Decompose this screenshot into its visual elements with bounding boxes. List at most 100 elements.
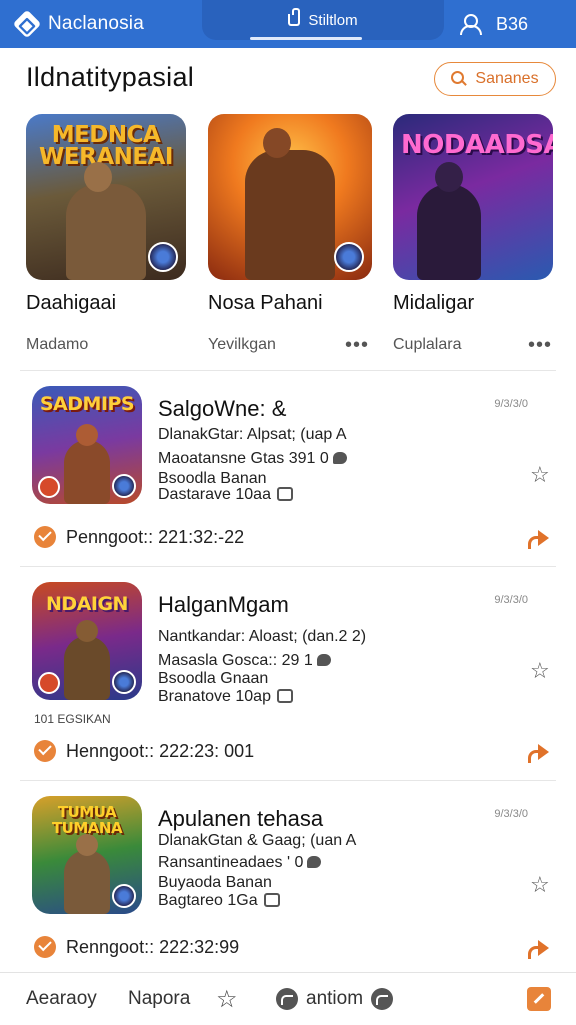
nav-favorites[interactable]: ☆	[216, 973, 238, 1025]
section-title: Ildnatitypasial	[26, 62, 195, 92]
game-title[interactable]: Apulanen tehasa	[158, 806, 323, 832]
game-title[interactable]: HalganMgam	[158, 592, 289, 618]
center-tab[interactable]: Stiltlom	[202, 0, 444, 40]
favorite-star-icon[interactable]: ☆	[530, 464, 552, 486]
hero-figure	[64, 850, 110, 914]
nav-label: Napora	[128, 988, 191, 1009]
hero-figure	[66, 184, 146, 280]
game-logo-text: TUMUA TUMANA	[51, 803, 123, 837]
device-icon	[277, 689, 294, 703]
featured-name: Nosa Pahani	[208, 292, 323, 314]
game-badge-icon	[148, 242, 178, 272]
featured-name: Midaligar	[393, 292, 475, 314]
featured-thumbnail[interactable]: MEDNCA WERANEAI	[26, 114, 186, 280]
account-area[interactable]: B36	[459, 8, 528, 40]
divider	[20, 370, 556, 371]
game-date: 9/3/3/0	[494, 808, 528, 820]
device-icon	[264, 893, 281, 907]
lock-icon	[288, 8, 301, 26]
side-label: 101 EGSIKAN	[34, 712, 111, 726]
game-list-item[interactable]: SADMIPS SalgoWne: & 9/3/3/0 DlanakGtar: …	[0, 386, 576, 582]
share-icon[interactable]	[526, 528, 550, 549]
search-button-label: Sananes	[475, 70, 539, 87]
favorite-star-icon[interactable]: ☆	[530, 660, 552, 682]
game-badge-icon	[38, 476, 60, 498]
game-meta-line: Masasla Gosca:: 29 1	[158, 652, 331, 670]
game-date: 9/3/3/0	[494, 594, 528, 606]
game-badge-icon	[334, 242, 364, 272]
game-meta-line: Ransantineadaes ' 0	[158, 854, 322, 872]
account-label: B36	[495, 13, 528, 34]
meta-text: Branatove 10ap	[158, 688, 271, 705]
hero-figure	[64, 636, 110, 700]
game-meta-line: Branatove 10ap	[158, 688, 294, 706]
section-header: Ildnatitypasial Sananes	[26, 62, 556, 98]
hero-figure	[417, 184, 481, 280]
game-date: 9/3/3/0	[494, 398, 528, 410]
featured-subtitle: Madamo	[26, 336, 89, 353]
game-logo-text: NDAIGN	[46, 593, 128, 615]
status-row: Penngoot:: 221:32:-22	[34, 526, 244, 548]
featured-game-3[interactable]: NODAADSA Midaligar Cuplalara	[393, 114, 555, 353]
more-options-icon[interactable]: •••	[528, 334, 552, 357]
game-meta-line: Maoatansne Gtas 391 0	[158, 450, 347, 468]
share-circle-icon	[276, 988, 298, 1010]
featured-game-1[interactable]: MEDNCA WERANEAI Daahigaai Madamo	[26, 114, 188, 353]
meta-text: DlanakGtar: Alpsat; (uap	[158, 426, 333, 443]
meta-text: DlanakGtan & Gaag; (uan	[158, 832, 343, 849]
featured-game-2[interactable]: Nosa Pahani Yevilkgan	[208, 114, 372, 353]
game-meta-line: Bsoodla Gnaan	[158, 670, 269, 687]
meta-text-tail: A	[345, 832, 357, 849]
featured-logo-text: NODAADSA	[401, 130, 553, 160]
nav-item-2[interactable]: Napora	[128, 973, 190, 1025]
user-icon[interactable]	[459, 13, 482, 35]
meta-text: Ransantineadaes ' 0	[158, 854, 304, 871]
share-circle-icon	[371, 988, 394, 1010]
game-list-item[interactable]: TUMUA TUMANA Apulanen tehasa 9/3/3/0 Dla…	[0, 796, 576, 992]
search-button[interactable]: Sananes	[434, 62, 556, 96]
meta-text: Bagtareo 1Ga	[158, 892, 258, 909]
meta-text: Maoatansne Gtas 391 0	[158, 450, 329, 467]
featured-name: Daahigaai	[26, 292, 117, 314]
share-icon[interactable]	[526, 938, 550, 959]
chat-icon	[316, 654, 331, 666]
center-tab-label: Stiltlom	[308, 11, 358, 29]
divider	[20, 780, 556, 781]
game-badge-icon	[38, 672, 60, 694]
status-row: Renngoot:: 222:32:99	[34, 936, 239, 958]
meta-text-tail: A	[335, 426, 347, 443]
nav-item-1[interactable]: Aearaoy	[26, 973, 97, 1025]
game-meta-line: DlanakGtar: Alpsat; (uap A	[158, 426, 347, 444]
game-badge-icon	[112, 670, 136, 694]
game-title[interactable]: SalgoWne: &	[158, 396, 286, 422]
favorite-star-icon[interactable]: ☆	[530, 874, 552, 896]
game-icon[interactable]: SADMIPS	[32, 386, 142, 504]
game-icon[interactable]: NDAIGN	[32, 582, 142, 700]
meta-text: Masasla Gosca:: 29 1	[158, 652, 313, 669]
app-logo-icon	[12, 9, 42, 39]
featured-thumbnail[interactable]: NODAADSA	[393, 114, 553, 280]
check-icon	[34, 740, 56, 762]
hero-figure	[245, 150, 335, 280]
game-icon[interactable]: TUMUA TUMANA	[32, 796, 142, 914]
game-meta-line: Dastarave 10aa	[158, 486, 294, 504]
top-app-bar: Naclanosia Stiltlom B36	[0, 0, 576, 48]
game-meta-line: Nantkandar: Aloast; (dan.2 2)	[158, 628, 367, 645]
device-icon	[277, 487, 294, 501]
nav-label: antiom	[306, 988, 364, 1009]
more-options-icon[interactable]: •••	[345, 334, 369, 357]
game-badge-icon	[112, 474, 136, 498]
nav-label: Aearaoy	[26, 988, 97, 1009]
edit-icon[interactable]	[527, 987, 551, 1011]
check-icon	[34, 936, 56, 958]
featured-thumbnail[interactable]	[208, 114, 372, 280]
share-icon[interactable]	[526, 742, 550, 763]
meta-text: Dastarave 10aa	[158, 486, 271, 503]
tab-indicator	[250, 37, 362, 40]
app-brand[interactable]: Naclanosia	[12, 8, 144, 40]
star-icon: ☆	[216, 985, 238, 1013]
search-icon	[451, 71, 467, 87]
hero-figure	[64, 440, 110, 504]
nav-item-3[interactable]: antiom	[276, 973, 394, 1025]
game-list-item[interactable]: NDAIGN HalganMgam 9/3/3/0 Nantkandar: Al…	[0, 582, 576, 778]
